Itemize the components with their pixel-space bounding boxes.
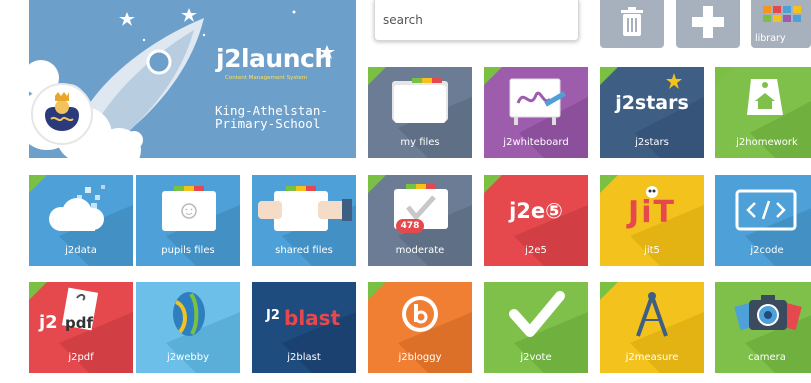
tile-j2whiteboard[interactable]: j2whiteboard: [484, 67, 588, 158]
tile-label: shared files: [275, 245, 333, 256]
library-button[interactable]: library: [751, 0, 811, 48]
new-flag-icon: [368, 175, 386, 193]
new-flag-icon: [29, 175, 47, 193]
hero-banner: j2launch Content Management System King-…: [29, 0, 356, 158]
tile-camera[interactable]: camera: [715, 282, 811, 373]
j2blast-logo-suffix: blast: [284, 306, 341, 330]
new-flag-icon: [484, 175, 502, 193]
new-flag-icon: [368, 67, 386, 85]
new-flag-icon: [715, 67, 733, 85]
j2pdf-logo-suffix: pdf: [65, 314, 94, 332]
tile-j2bloggy[interactable]: j2bloggy: [368, 282, 472, 373]
library-grid-icon: [763, 6, 801, 22]
j2launch-page: j2launch Content Management System King-…: [0, 0, 811, 383]
tile-label: j2pdf: [68, 352, 94, 363]
hero-subtitle: Content Management System: [225, 75, 308, 81]
tile-label: j2data: [65, 245, 97, 256]
tile-j2data[interactable]: j2data: [29, 175, 133, 266]
tile-j2stars[interactable]: j2stars j2stars: [600, 67, 704, 158]
tile-label: my files: [400, 137, 440, 148]
moderate-count-badge: 478: [400, 221, 420, 231]
tile-j2measure[interactable]: j2measure: [600, 282, 704, 373]
tile-jit5[interactable]: JiT jit5: [600, 175, 704, 266]
tile-j2blast[interactable]: J2 blast j2blast: [252, 282, 356, 373]
j2stars-logo-text: j2stars: [615, 92, 689, 114]
tile-label: j2homework: [736, 137, 798, 148]
delete-button[interactable]: [600, 0, 664, 48]
tile-label: pupils files: [161, 245, 215, 256]
tile-j2e5[interactable]: j2e⑤ j2e5: [484, 175, 588, 266]
school-name: King-Athelstan-Primary-School: [215, 103, 328, 131]
plus-icon: [692, 6, 724, 38]
tile-label: moderate: [395, 245, 445, 256]
tile-label: j2blast: [287, 352, 321, 363]
j2blast-logo-prefix: J2: [266, 308, 280, 323]
j2pdf-logo-prefix: j2: [39, 312, 58, 333]
new-flag-icon: [600, 175, 618, 193]
new-flag-icon: [368, 282, 386, 300]
trash-icon: [621, 7, 643, 36]
tile-moderate[interactable]: 478 moderate: [368, 175, 472, 266]
tile-my-files[interactable]: my files: [368, 67, 472, 158]
new-flag-icon: [29, 282, 47, 300]
j2e5-logo-text: j2e⑤: [509, 199, 563, 223]
tile-label: j2webby: [166, 352, 210, 363]
tile-label: j2whiteboard: [503, 137, 569, 148]
hero-title: j2launch: [216, 44, 332, 73]
tile-j2pdf[interactable]: j2 pdf j2pdf: [29, 282, 133, 373]
tile-j2webby[interactable]: j2webby: [136, 282, 240, 373]
tile-label: j2code: [750, 245, 784, 256]
tile-shared-files[interactable]: shared files: [252, 175, 356, 266]
jit-logo-text: JiT: [628, 195, 676, 230]
library-label: library: [755, 33, 786, 44]
tile-pupils-files[interactable]: pupils files: [136, 175, 240, 266]
tile-label: camera: [748, 352, 786, 363]
tile-j2homework[interactable]: j2homework: [715, 67, 811, 158]
tile-label: j2measure: [625, 352, 679, 363]
tile-label: jit5: [644, 245, 660, 256]
add-button[interactable]: [676, 0, 740, 48]
new-flag-icon: [484, 67, 502, 85]
search-input[interactable]: [374, 0, 579, 41]
new-flag-icon: [600, 67, 618, 85]
tile-j2code[interactable]: j2code: [715, 175, 811, 266]
tile-label: j2vote: [520, 352, 552, 363]
new-flag-icon: [600, 282, 618, 300]
school-crest-logo: [31, 83, 93, 145]
tile-label: j2stars: [635, 137, 669, 148]
tile-label: j2e5: [525, 245, 547, 256]
tile-label: j2bloggy: [398, 352, 442, 363]
tile-j2vote[interactable]: j2vote: [484, 282, 588, 373]
